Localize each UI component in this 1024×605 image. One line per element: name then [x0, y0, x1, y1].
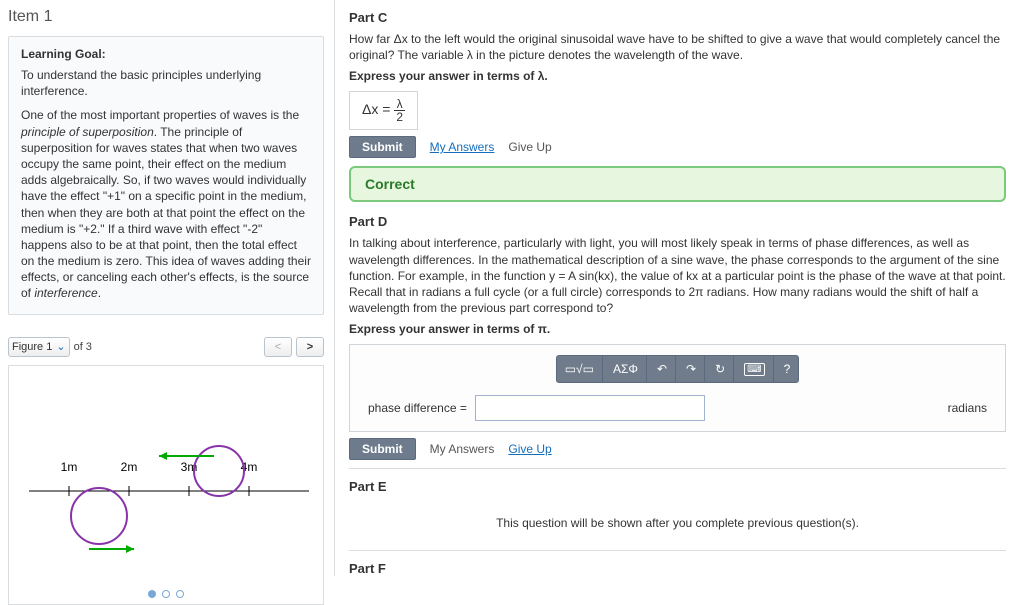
figure-select-label: Figure 1	[12, 341, 52, 353]
part-d-my-answers-link[interactable]: My Answers	[430, 442, 495, 456]
dot-1[interactable]	[148, 590, 156, 598]
figure-prev-button[interactable]: <	[264, 337, 292, 357]
part-c-express: Express your answer in terms of λ.	[349, 69, 1006, 83]
part-c-question: How far Δx to the left would the origina…	[349, 31, 1006, 63]
toolbar-undo-button[interactable]: ↶	[649, 356, 676, 382]
tick-2m: 2m	[121, 460, 138, 474]
part-c-answer-label: Δx =	[362, 102, 394, 118]
part-d-submit-button[interactable]: Submit	[349, 438, 416, 460]
part-c-my-answers-link[interactable]: My Answers	[430, 140, 495, 154]
chevron-right-icon: >	[307, 341, 313, 353]
learning-goal-intro: To understand the basic principles under…	[21, 67, 311, 99]
part-e-locked-message: This question will be shown after you co…	[349, 500, 1006, 546]
toolbar-help-button[interactable]: ?	[776, 356, 799, 382]
phase-difference-label: phase difference =	[368, 401, 467, 415]
toolbar-reset-button[interactable]: ↻	[707, 356, 734, 382]
figure-next-button[interactable]: >	[296, 337, 324, 357]
part-d-give-up-link[interactable]: Give Up	[508, 442, 551, 456]
keyboard-icon: ⌨	[744, 363, 764, 376]
toolbar-templates-button[interactable]: ▭√▭	[557, 356, 603, 382]
phase-difference-input[interactable]	[475, 395, 705, 421]
toolbar-redo-button[interactable]: ↷	[678, 356, 705, 382]
toolbar-keyboard-button[interactable]: ⌨	[736, 356, 773, 382]
item-title: Item 1	[8, 8, 324, 26]
learning-goal-heading: Learning Goal:	[21, 47, 311, 61]
phase-difference-units: radians	[948, 401, 987, 415]
figure-count: of 3	[74, 341, 92, 353]
part-d-question: In talking about interference, particula…	[349, 235, 1006, 316]
dot-2[interactable]	[162, 590, 170, 598]
part-d-express: Express your answer in terms of π.	[349, 322, 1006, 336]
figure-panel: 1m 2m 3m 4m	[8, 365, 324, 605]
part-c-correct-feedback: Correct	[349, 166, 1006, 202]
learning-goal-box: Learning Goal: To understand the basic p…	[8, 36, 324, 315]
tick-1m: 1m	[61, 460, 78, 474]
figure-select[interactable]: Figure 1 ⌄	[8, 337, 70, 357]
part-d-heading: Part D	[349, 214, 1006, 229]
part-c-answer-display: Δx = λ 2	[349, 91, 418, 130]
figure-pagination-dots	[148, 590, 184, 598]
part-c-answer-den: 2	[394, 111, 405, 123]
part-c-submit-button[interactable]: Submit	[349, 136, 416, 158]
equation-toolbar: ▭√▭ ΑΣΦ ↶ ↷ ↻ ⌨ ?	[556, 355, 800, 383]
part-f-heading: Part F	[349, 561, 1006, 576]
part-c-give-up-link[interactable]: Give Up	[508, 140, 551, 154]
part-e-heading: Part E	[349, 479, 1006, 494]
part-d-answer-widget: ▭√▭ ΑΣΦ ↶ ↷ ↻ ⌨ ? phase difference = rad…	[349, 344, 1006, 432]
chevron-down-icon: ⌄	[56, 340, 65, 353]
part-c-heading: Part C	[349, 10, 1006, 25]
dot-3[interactable]	[176, 590, 184, 598]
learning-goal-body: One of the most important properties of …	[21, 107, 311, 301]
wave-diagram: 1m 2m 3m 4m	[19, 421, 319, 561]
toolbar-greek-button[interactable]: ΑΣΦ	[605, 356, 647, 382]
